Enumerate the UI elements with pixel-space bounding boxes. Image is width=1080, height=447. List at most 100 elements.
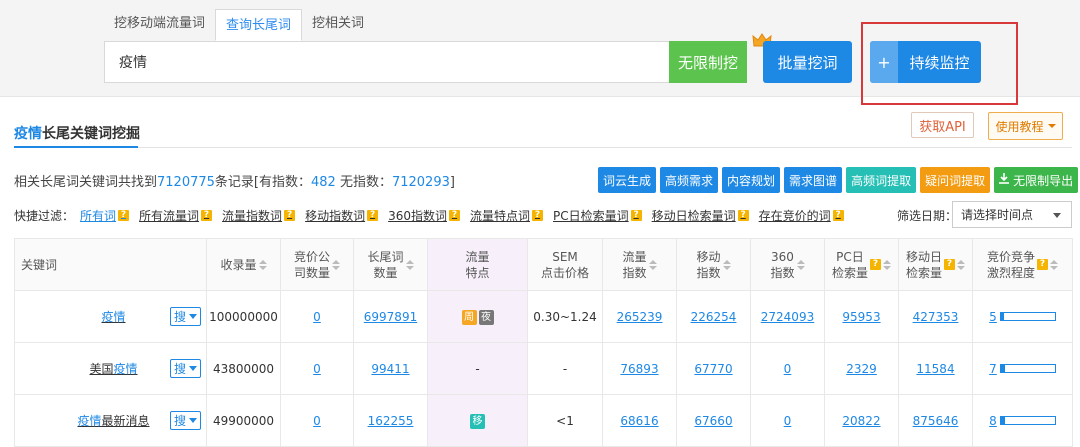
flow-link[interactable]: 76893 xyxy=(620,362,658,376)
high-freq-demand-button[interactable]: 高频需求 xyxy=(660,167,719,193)
mday-link[interactable]: 11584 xyxy=(916,362,954,376)
col-longtail-count[interactable]: 长尾词 数量 xyxy=(353,238,428,291)
content-plan-button[interactable]: 内容规划 xyxy=(722,167,781,193)
col-records[interactable]: 收录量 xyxy=(206,238,281,291)
competition-bar[interactable]: 8 xyxy=(989,414,1056,428)
search-dropdown[interactable]: 搜 xyxy=(170,411,201,430)
kw-hit: 疫情 xyxy=(101,310,126,324)
filter-label: 流量指数词 xyxy=(222,209,283,223)
search-dropdown[interactable]: 搜 xyxy=(170,307,201,326)
word-cloud-button[interactable]: 词云生成 xyxy=(598,167,657,193)
filter-mobile-daily[interactable]: 移动日检索量词? xyxy=(652,207,749,224)
sem-cell: 0.30~1.24 xyxy=(527,290,603,343)
col-mday-label-1: 移动日 xyxy=(905,249,942,264)
bid-link[interactable]: 0 xyxy=(313,362,321,376)
col-longtail-label-1: 长尾词 xyxy=(367,249,404,264)
get-api-button[interactable]: 获取API xyxy=(911,112,974,138)
filter-pc-daily[interactable]: PC日检索量词? xyxy=(553,207,642,224)
col-flow-label-1: 流量 xyxy=(622,249,647,264)
keyword-link[interactable]: 疫情 xyxy=(101,310,125,324)
tab-longtail[interactable]: 查询长尾词 xyxy=(215,9,303,41)
pc-link[interactable]: 2329 xyxy=(846,362,877,376)
col-pc-daily[interactable]: PC日 检索量? xyxy=(824,238,899,291)
flow-link[interactable]: 265239 xyxy=(617,310,663,324)
filter-all-traffic[interactable]: 所有流量词? xyxy=(139,207,213,224)
help-icon: ? xyxy=(737,210,749,221)
filter-mobile-index[interactable]: 移动指数词? xyxy=(305,207,379,224)
date-select-value: 请选择时间点 xyxy=(961,208,1034,222)
filter-lead: 快捷过滤： xyxy=(14,209,75,223)
chevron-down-icon xyxy=(189,418,197,423)
filter-label: PC日检索量词 xyxy=(553,209,629,223)
flow-link[interactable]: 68616 xyxy=(620,414,658,428)
filter-has-bid[interactable]: 存在竞价的词? xyxy=(759,207,844,224)
highlight-box xyxy=(861,22,1018,105)
search-dropdown[interactable]: 搜 xyxy=(170,359,201,378)
demand-graph-button[interactable]: 需求图谱 xyxy=(784,167,843,193)
chevron-down-icon xyxy=(1053,213,1061,218)
mday-cell: 427353 xyxy=(898,290,973,343)
filter-traffic-feature[interactable]: 流量特点词? xyxy=(470,207,543,224)
col-competition[interactable]: 竞价竞争 激烈程度? xyxy=(972,238,1073,291)
filter-label: 360指数词 xyxy=(388,209,447,223)
filter-all-words[interactable]: 所有词? xyxy=(80,207,130,224)
col-mobile-daily[interactable]: 移动日 检索量? xyxy=(898,238,973,291)
competition-bar[interactable]: 7 xyxy=(989,362,1056,376)
mday-link[interactable]: 875646 xyxy=(913,414,959,428)
longtail-link[interactable]: 162255 xyxy=(368,414,414,428)
mobile-link[interactable]: 67770 xyxy=(694,362,732,376)
search-input[interactable] xyxy=(105,42,669,82)
competition-bar[interactable]: 5 xyxy=(989,310,1056,324)
date-select[interactable]: 请选择时间点 xyxy=(952,201,1072,228)
help-icon: ? xyxy=(118,210,130,221)
filter-360-index[interactable]: 360指数词? xyxy=(388,207,460,224)
s360-link[interactable]: 2724093 xyxy=(761,310,814,324)
batch-dig-button[interactable]: 批量挖词 xyxy=(763,41,852,83)
col-flow-index[interactable]: 流量 指数 xyxy=(602,238,677,291)
section-keyword: 疫情 xyxy=(14,126,42,142)
longtail-cell: 162255 xyxy=(353,394,428,447)
bid-link[interactable]: 0 xyxy=(313,414,321,428)
mday-cell: 11584 xyxy=(898,342,973,395)
s360-link[interactable]: 0 xyxy=(784,414,792,428)
pc-cell: 20822 xyxy=(824,394,899,447)
table-row: 疫情 搜 100000000 0 6997891 周夜 0.30~1.24 26… xyxy=(14,290,1073,343)
longtail-link[interactable]: 99411 xyxy=(371,362,409,376)
question-extract-button[interactable]: 疑问词提取 xyxy=(920,167,991,193)
mobile-link[interactable]: 67660 xyxy=(694,414,732,428)
mday-cell: 875646 xyxy=(898,394,973,447)
pc-link[interactable]: 20822 xyxy=(842,414,880,428)
col-mobile-index[interactable]: 移动 指数 xyxy=(676,238,751,291)
col-sem-price: SEM 点击价格 xyxy=(527,238,603,291)
flow-cell: 76893 xyxy=(602,342,677,395)
help-icon: ? xyxy=(448,210,460,221)
high-freq-extract-button[interactable]: 高频词提取 xyxy=(846,167,917,193)
help-icon: ? xyxy=(1037,259,1048,270)
unlimited-dig-button[interactable]: 无限制挖 xyxy=(669,41,747,83)
filter-label: 移动日检索量词 xyxy=(651,209,736,223)
filter-traffic-index[interactable]: 流量指数词? xyxy=(222,207,296,224)
keyword-link[interactable]: 疫情最新消息 xyxy=(77,414,149,428)
col-360-index[interactable]: 360 指数 xyxy=(750,238,825,291)
action-buttons: 词云生成 高频需求 内容规划 需求图谱 高频词提取 疑问词提取 无限制导出 xyxy=(598,167,1079,193)
longtail-link[interactable]: 6997891 xyxy=(364,310,417,324)
longtail-cell: 99411 xyxy=(353,342,428,395)
sort-icon xyxy=(796,259,805,270)
export-button[interactable]: 无限制导出 xyxy=(994,167,1079,193)
col-mobile-label-1: 移动 xyxy=(696,249,721,264)
traffic-feature-cell: 移 xyxy=(427,394,528,447)
tab-mobile-traffic[interactable]: 挖移动端流量词 xyxy=(104,8,215,40)
col-bid-companies[interactable]: 竞价公 司数量 xyxy=(280,238,354,291)
col-sem-label-2: 点击价格 xyxy=(540,265,589,280)
tutorial-button[interactable]: 使用教程 xyxy=(988,112,1063,140)
filter-label: 存在竞价的词 xyxy=(758,209,831,223)
keyword-link[interactable]: 美国疫情 xyxy=(89,362,137,376)
s360-link[interactable]: 0 xyxy=(784,362,792,376)
keyword-cell: 美国疫情 搜 xyxy=(14,342,207,395)
pc-link[interactable]: 95953 xyxy=(842,310,880,324)
tab-related[interactable]: 挖相关词 xyxy=(302,8,374,40)
mobile-link[interactable]: 226254 xyxy=(691,310,737,324)
mday-link[interactable]: 427353 xyxy=(913,310,959,324)
s360-cell: 2724093 xyxy=(750,290,825,343)
bid-link[interactable]: 0 xyxy=(313,310,321,324)
